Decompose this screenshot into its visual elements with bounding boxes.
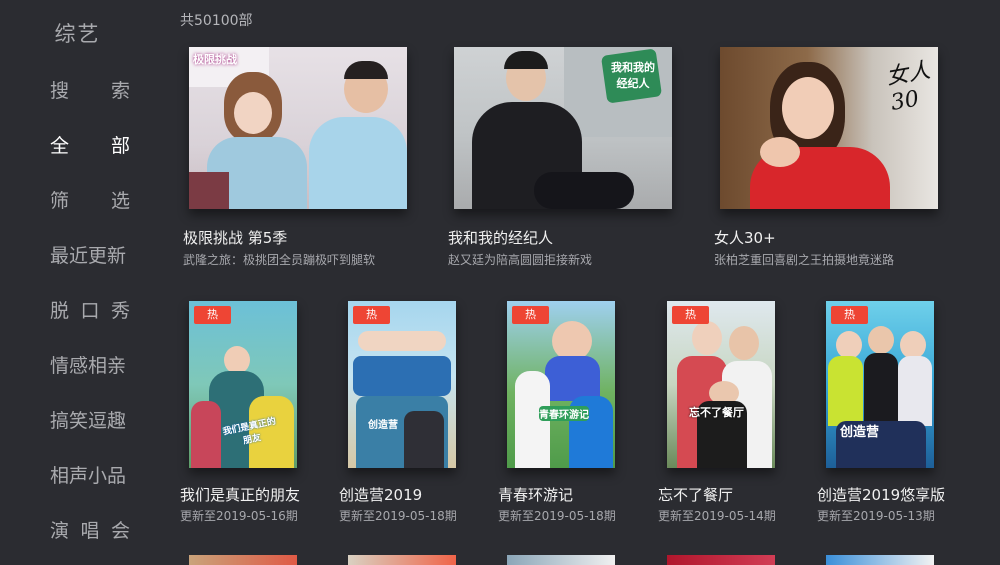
poster-card[interactable]: 创造营 热 创造营2019 更新至2019-05-18期 — [339, 301, 457, 523]
hot-badge: 热 — [512, 306, 549, 324]
featured-subtitle: 赵又廷为陪高圆圆拒接新戏 — [448, 253, 593, 267]
poster-card-partial[interactable] — [826, 555, 934, 565]
featured-title: 极限挑战 第5季 — [183, 229, 288, 247]
poster-thumbnail: 创造营 热 — [826, 301, 934, 468]
sidebar-item-all[interactable]: 全 部 — [50, 131, 130, 158]
featured-card[interactable]: 女人30 女人30+ 张柏芝重回喜剧之王拍摄地竟迷路 — [714, 47, 938, 267]
poster-update: 更新至2019-05-13期 — [817, 509, 935, 523]
poster-update: 更新至2019-05-16期 — [180, 509, 298, 523]
featured-title: 我和我的经纪人 — [448, 229, 554, 247]
hot-badge: 热 — [672, 306, 709, 324]
hot-badge: 热 — [353, 306, 390, 324]
featured-card[interactable]: 我和我的经纪人 我和我的经纪人 赵又廷为陪高圆圆拒接新戏 — [448, 47, 672, 267]
poster-card[interactable]: 青春环游记 热 青春环游记 更新至2019-05-18期 — [498, 301, 616, 523]
sidebar-item-comedy[interactable]: 搞笑逗趣 — [50, 406, 130, 433]
poster-card-partial[interactable] — [507, 555, 615, 565]
poster-thumbnail: 创造营 热 — [348, 301, 456, 468]
featured-subtitle: 武隆之旅：极挑团全员蹦极吓到腿软 — [183, 253, 376, 267]
poster-title: 我们是真正的朋友 — [180, 486, 301, 504]
poster-card-partial[interactable] — [348, 555, 456, 565]
featured-subtitle: 张柏芝重回喜剧之王拍摄地竟迷路 — [714, 253, 895, 267]
featured-thumbnail: 我和我的经纪人 — [454, 47, 672, 209]
poster-title: 创造营2019悠享版 — [817, 486, 946, 504]
sidebar-item-crosstalk[interactable]: 相声小品 — [50, 461, 130, 488]
poster-card-partial[interactable] — [189, 555, 297, 565]
sidebar: 综艺 搜 索 全 部 筛 选 最近更新 脱 口 秀 情感相亲 搞笑逗趣 相声小品… — [0, 0, 160, 562]
hot-badge: 热 — [831, 306, 868, 324]
poster-update: 更新至2019-05-18期 — [498, 509, 616, 523]
hot-badge: 热 — [194, 306, 231, 324]
poster-title: 青春环游记 — [498, 486, 574, 504]
poster-card[interactable]: 创造营 热 创造营2019悠享版 更新至2019-05-13期 — [817, 301, 945, 523]
poster-thumbnail: 青春环游记 热 — [507, 301, 615, 468]
featured-thumbnail: 极限挑战 — [189, 47, 407, 209]
featured-card[interactable]: 极限挑战 极限挑战 第5季 武隆之旅：极挑团全员蹦极吓到腿软 — [183, 47, 407, 267]
sidebar-item-concert[interactable]: 演 唱 会 — [50, 516, 130, 543]
poster-update: 更新至2019-05-18期 — [339, 509, 457, 523]
poster-card[interactable]: 忘不了餐厅 热 忘不了餐厅 更新至2019-05-14期 — [658, 301, 776, 523]
sidebar-item-search[interactable]: 搜 索 — [50, 76, 130, 103]
poster-update: 更新至2019-05-14期 — [658, 509, 776, 523]
sidebar-item-recent[interactable]: 最近更新 — [50, 241, 130, 268]
poster-card-partial[interactable] — [667, 555, 775, 565]
total-count: 共50100部 — [180, 13, 253, 29]
sidebar-item-talkshow[interactable]: 脱 口 秀 — [50, 296, 130, 323]
featured-thumbnail: 女人30 — [720, 47, 938, 209]
featured-title: 女人30+ — [714, 229, 776, 247]
poster-title: 创造营2019 — [339, 486, 423, 504]
poster-thumbnail: 忘不了餐厅 热 — [667, 301, 775, 468]
poster-title: 忘不了餐厅 — [658, 486, 734, 504]
poster-thumbnail: 我们是真正的朋友 热 — [189, 301, 297, 468]
category-title: 综艺 — [54, 22, 101, 46]
poster-card[interactable]: 我们是真正的朋友 热 我们是真正的朋友 更新至2019-05-16期 — [180, 301, 300, 523]
sidebar-item-dating[interactable]: 情感相亲 — [50, 351, 130, 378]
sidebar-item-filter[interactable]: 筛 选 — [50, 186, 130, 213]
